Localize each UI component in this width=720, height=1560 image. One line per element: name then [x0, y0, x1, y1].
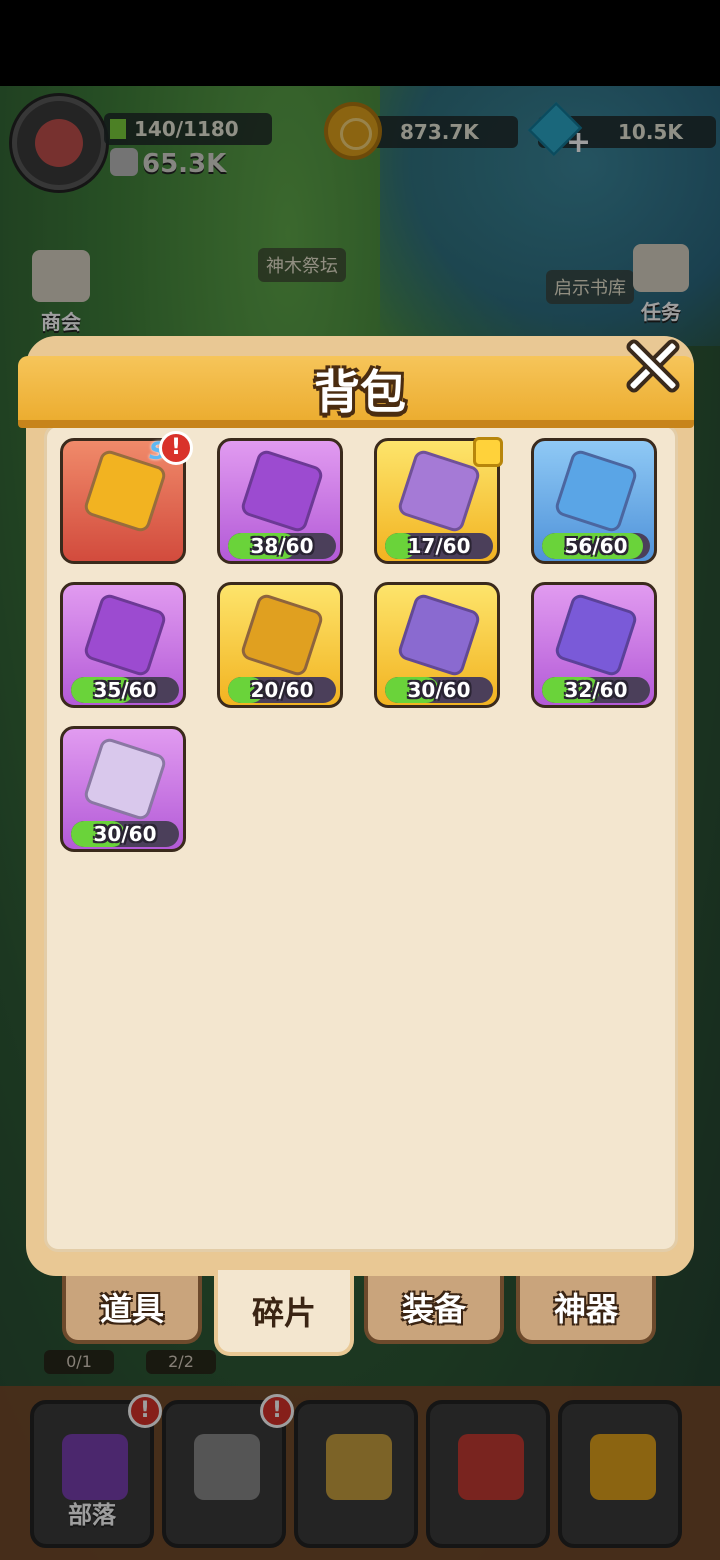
fragment-item[interactable]: 20/60 — [217, 582, 343, 708]
tab-0[interactable]: 道具 — [62, 1276, 202, 1344]
fragment-progress-bar: 30/60 — [71, 821, 179, 847]
tab-2[interactable]: 装备 — [364, 1276, 504, 1344]
fragment-progress-text: 56/60 — [564, 534, 628, 558]
fragment-progress-text: 30/60 — [407, 678, 471, 702]
fragment-item[interactable]: 30/60 — [60, 726, 186, 852]
puzzle-piece-icon — [473, 437, 503, 467]
fragment-item[interactable]: 56/60 — [531, 438, 657, 564]
fragment-progress-bar: 17/60 — [385, 533, 493, 559]
fragment-progress-bar: 32/60 — [542, 677, 650, 703]
dialog-title: 背包 — [314, 365, 406, 419]
puzzle-shard-icon — [239, 592, 325, 678]
fragment-progress-text: 32/60 — [564, 678, 628, 702]
fragment-progress-bar: 30/60 — [385, 677, 493, 703]
fragment-progress-text: 38/60 — [250, 534, 314, 558]
puzzle-shard-icon — [396, 448, 482, 534]
fragment-item[interactable]: 17/60 — [374, 437, 503, 564]
fragment-progress-bar: 38/60 — [228, 533, 336, 559]
puzzle-shard-icon — [239, 448, 325, 534]
puzzle-shard-icon — [553, 448, 639, 534]
fragment-progress-text: 30/60 — [93, 822, 157, 846]
puzzle-shard-icon — [553, 592, 639, 678]
fragment-progress-text: 35/60 — [93, 678, 157, 702]
fragment-progress-bar: 56/60 — [542, 533, 650, 559]
item-grid: S! 38/60 17/60 56/60 35/60 20/60 30/60 32/60 30/… — [44, 424, 678, 1252]
fragment-progress-text: 20/60 — [250, 678, 314, 702]
puzzle-shard-icon — [82, 592, 168, 678]
tab-1[interactable]: 碎片 — [214, 1270, 354, 1356]
status-bar — [0, 0, 720, 86]
fragment-progress-text: 17/60 — [407, 534, 471, 558]
puzzle-shard-icon — [396, 592, 482, 678]
fragment-item[interactable]: 30/60 — [374, 582, 500, 708]
alert-icon: ! — [159, 431, 193, 465]
fragment-progress-bar: 35/60 — [71, 677, 179, 703]
fragment-item[interactable]: S! — [60, 431, 193, 564]
fragment-item[interactable]: 32/60 — [531, 582, 657, 708]
fragment-item[interactable]: 38/60 — [217, 438, 343, 564]
puzzle-shard-icon — [82, 736, 168, 822]
fragment-item[interactable]: 35/60 — [60, 582, 186, 708]
tab-3[interactable]: 神器 — [516, 1276, 656, 1344]
fragment-progress-bar: 20/60 — [228, 677, 336, 703]
close-button[interactable] — [624, 336, 682, 396]
